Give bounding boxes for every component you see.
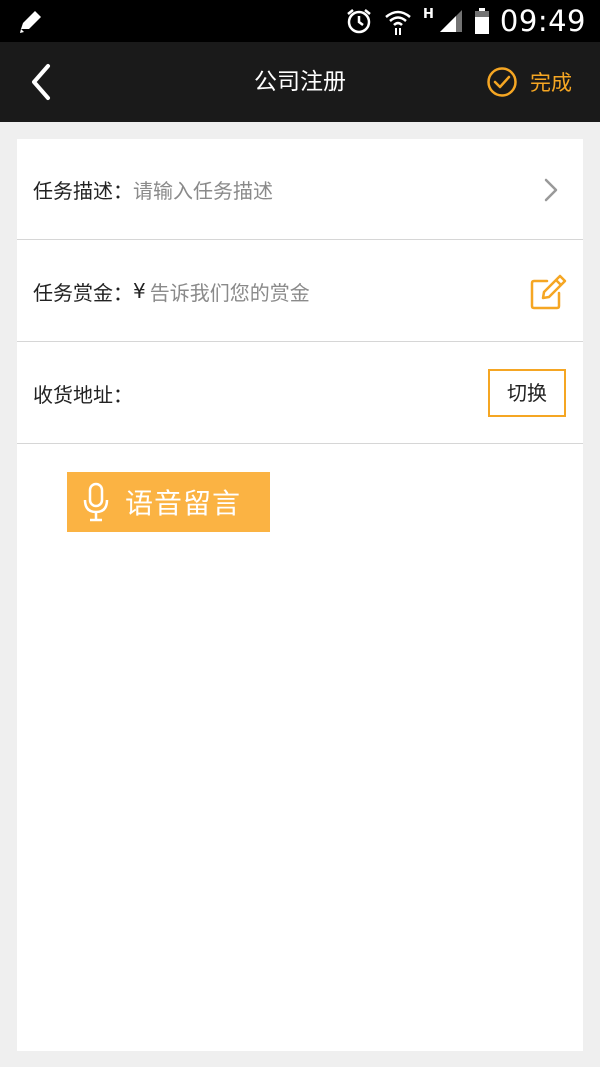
- done-button[interactable]: 完成: [486, 42, 572, 122]
- task-reward-label: 任务赏金：: [33, 280, 133, 305]
- chevron-right-icon: [544, 178, 558, 202]
- done-label: 完成: [530, 71, 572, 95]
- clock: 09:49: [499, 4, 586, 38]
- shipping-address-label: 收货地址：: [33, 382, 133, 407]
- check-circle-icon: [487, 67, 517, 97]
- wifi-icon: [385, 10, 411, 35]
- task-reward-input[interactable]: 告诉我们您的赏金: [150, 277, 310, 306]
- battery-icon: [474, 8, 489, 34]
- currency-symbol: ¥: [133, 279, 146, 303]
- title-bar: 公司注册 完成: [0, 42, 600, 122]
- task-description-row[interactable]: 任务描述： 请输入任务描述: [17, 139, 583, 240]
- voice-message-button[interactable]: 语音留言: [67, 472, 270, 532]
- task-description-input[interactable]: 请输入任务描述: [133, 175, 273, 204]
- status-bar: H 09:49: [0, 0, 600, 42]
- edit-icon[interactable]: [529, 273, 567, 311]
- task-reward-row: 任务赏金： ¥ 告诉我们您的赏金: [17, 241, 583, 342]
- microphone-icon: [83, 482, 109, 522]
- network-type: H: [423, 6, 434, 22]
- voice-message-label: 语音留言: [125, 487, 242, 520]
- task-description-label: 任务描述：: [33, 178, 133, 203]
- shipping-address-row: 收货地址： 切换: [17, 343, 583, 444]
- signal-icon: [439, 10, 462, 32]
- alarm-icon: [347, 9, 371, 34]
- edit-notify-icon: [20, 11, 41, 33]
- switch-address-button[interactable]: 切换: [488, 369, 566, 417]
- form-card: 任务描述： 请输入任务描述 任务赏金： ¥ 告诉我们您的赏金 收货地址： 切换: [17, 139, 583, 1051]
